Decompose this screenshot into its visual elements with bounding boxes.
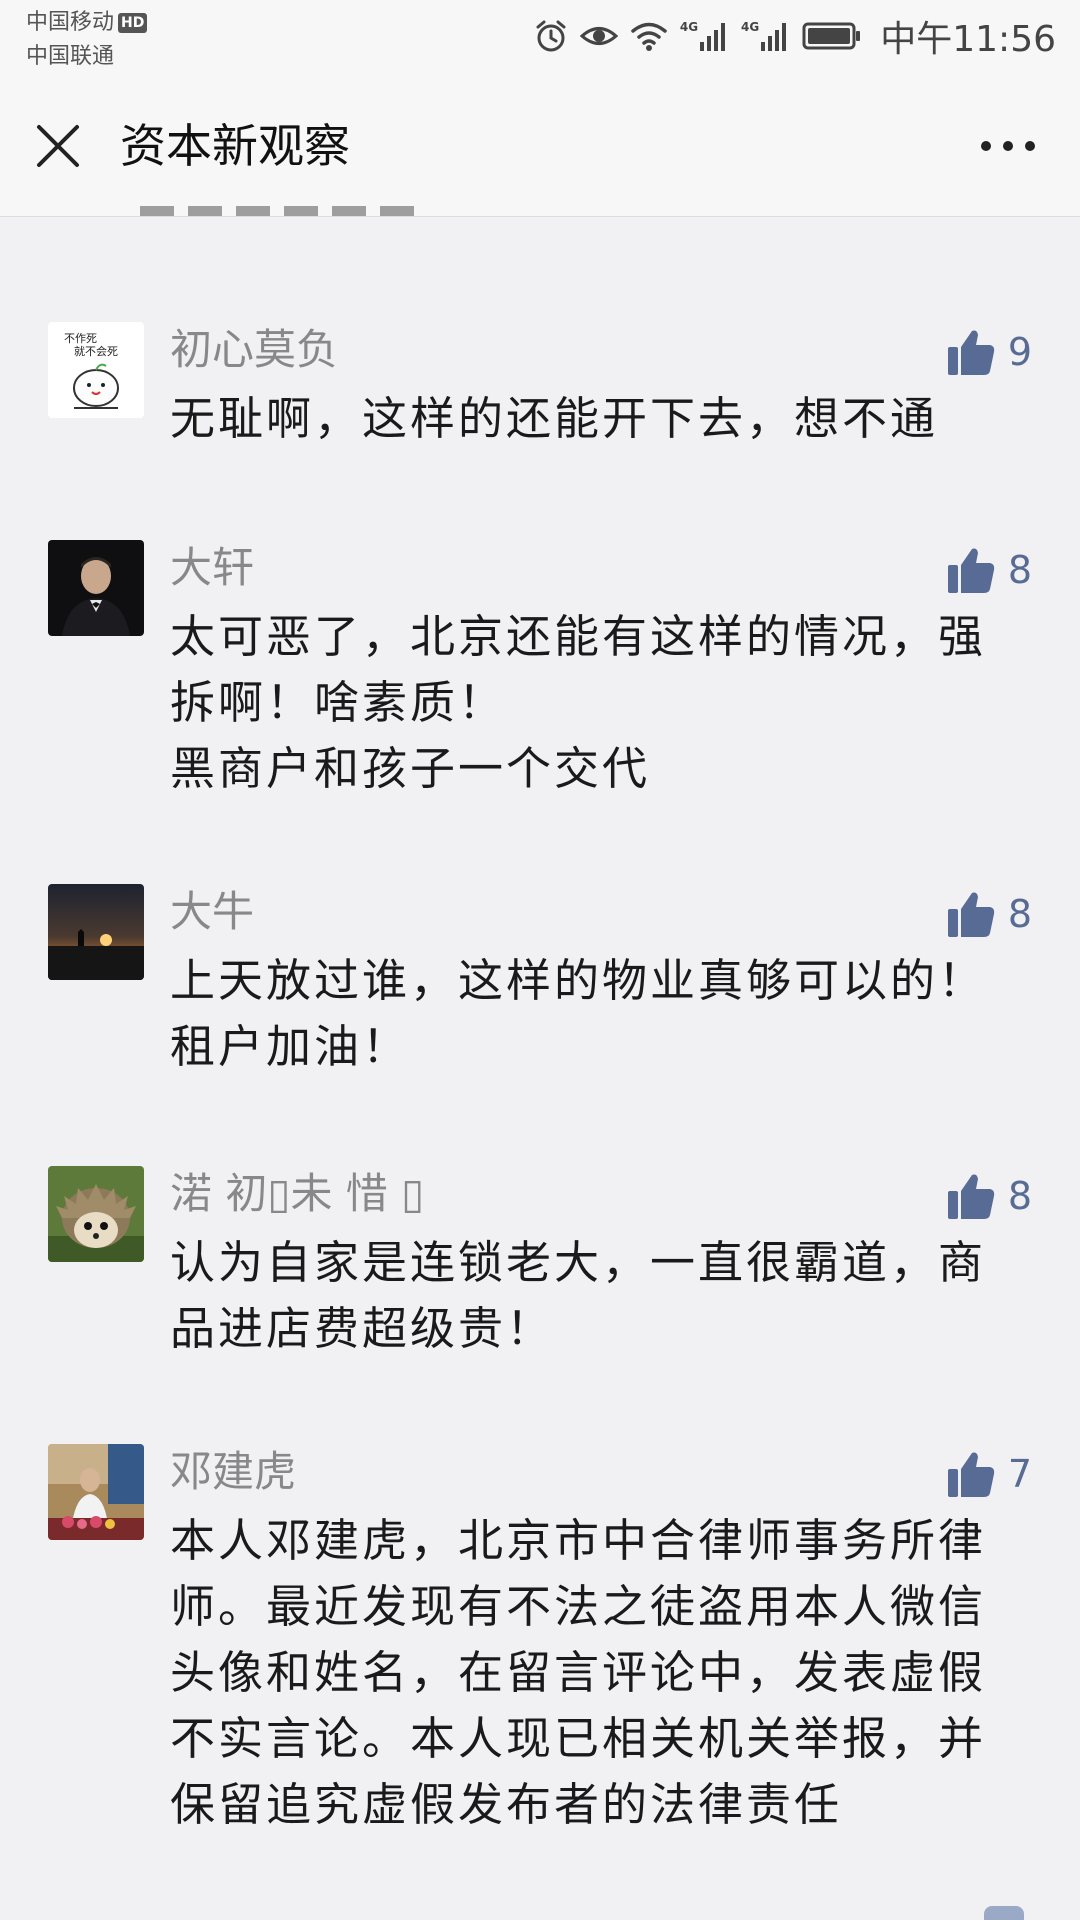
- comment-nickname: 初心莫负: [170, 325, 339, 374]
- avatar-caption-2: 就不会死: [74, 344, 118, 358]
- carrier-info: 中国移动 HD 中国联通: [26, 6, 148, 74]
- more-button[interactable]: [970, 120, 1046, 172]
- like-button[interactable]: 7: [946, 1446, 1032, 1502]
- close-button[interactable]: [26, 114, 90, 178]
- avatar-speaker-image: [48, 1444, 144, 1540]
- thumbs-up-icon: [947, 892, 994, 937]
- signal-bars-2-icon: [761, 23, 787, 51]
- more-icon: [981, 141, 1035, 151]
- previous-comment-clipped-text: [140, 196, 440, 220]
- signal-2: 4G: [741, 20, 790, 52]
- like-count: 8: [1007, 892, 1032, 936]
- comment-nickname: 渃 初▯未 惜 ▯: [170, 1169, 425, 1218]
- battery-icon: [802, 22, 861, 50]
- page-title: 资本新观察: [120, 119, 350, 173]
- thumbs-up-icon: [947, 1174, 994, 1219]
- like-button[interactable]: 8: [946, 886, 1032, 942]
- comment-text: 太可恶了，北京还能有这样的情况，强 拆啊！啥素质！ 黑商户和孩子一个交代: [170, 610, 987, 795]
- clock: 中午11:56: [880, 19, 1056, 60]
- next-comment-clipped-like: [984, 1906, 1024, 1920]
- avatar-caption-1: 不作死: [64, 332, 97, 345]
- avatar-sunset-image: [48, 884, 144, 980]
- net-2-label: 4G: [741, 20, 760, 34]
- net-1-label: 4G: [679, 20, 699, 34]
- comment-text: 上天放过谁，这样的物业真够可以的！ 租户加油！: [170, 954, 987, 1073]
- like-button[interactable]: 8: [946, 1168, 1032, 1224]
- avatar[interactable]: [48, 540, 144, 636]
- avatar-cartoon-image: 不作死 就不会死: [48, 322, 144, 418]
- like-count: 8: [1007, 548, 1032, 592]
- like-count: 9: [1007, 330, 1032, 374]
- comment-nickname: 邓建虎: [170, 1447, 297, 1496]
- close-icon: [37, 125, 79, 167]
- comment-nickname: 大轩: [170, 543, 255, 592]
- status-icons: 4G 4G 中午11:56: [534, 14, 1056, 60]
- avatar[interactable]: [48, 1166, 144, 1262]
- avatar[interactable]: [48, 884, 144, 980]
- status-bar: 中国移动 HD 中国联通 4G 4G 中午11:56: [0, 0, 1080, 76]
- wechat-comments-screen: 中国移动 HD 中国联通 4G 4G 中午11:56 资本新观察 不作死 就不会…: [0, 0, 1080, 1920]
- eye-comfort-icon: [579, 27, 618, 45]
- alarm-icon: [536, 20, 566, 52]
- avatar-hedgehog-image: [48, 1166, 144, 1262]
- like-button[interactable]: 8: [946, 542, 1032, 598]
- hd-badge: HD: [118, 13, 148, 33]
- signal-bars-1-icon: [700, 23, 726, 51]
- comment-text: 无耻啊，这样的还能开下去，想不通: [170, 392, 939, 445]
- avatar[interactable]: 不作死 就不会死: [48, 322, 144, 418]
- thumbs-up-icon: [947, 330, 994, 375]
- signal-1: 4G: [680, 20, 729, 52]
- thumbs-up-icon: [947, 1452, 994, 1497]
- wifi-icon: [631, 22, 667, 51]
- like-button[interactable]: 9: [946, 324, 1032, 380]
- avatar-portrait-image: [48, 540, 144, 636]
- carrier-2-label: 中国联通: [26, 44, 115, 69]
- like-count: 7: [1007, 1452, 1032, 1496]
- avatar[interactable]: [48, 1444, 144, 1540]
- carrier-1-label: 中国移动: [26, 10, 115, 35]
- like-count: 8: [1007, 1174, 1032, 1218]
- comment-text: 认为自家是连锁老大，一直很霸道，商 品进店费超级贵！: [170, 1236, 987, 1355]
- comment-nickname: 大牛: [170, 887, 255, 936]
- thumbs-up-icon: [947, 548, 994, 593]
- comment-text: 本人邓建虎，北京市中合律师事务所律 师。最近发现有不法之徒盗用本人微信 头像和姓…: [170, 1514, 987, 1831]
